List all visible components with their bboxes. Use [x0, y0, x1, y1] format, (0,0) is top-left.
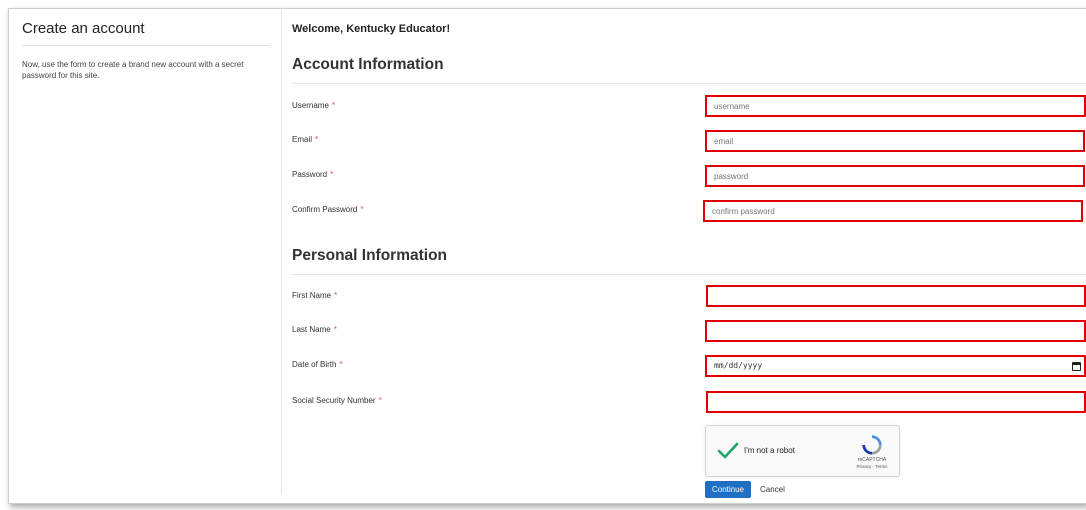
cancel-link[interactable]: Cancel — [760, 481, 785, 498]
date-of-birth-placeholder: mm/dd/yyyy — [714, 361, 763, 370]
password-input[interactable] — [705, 165, 1085, 187]
first-name-label: First Name * — [292, 291, 338, 300]
recaptcha-logo-icon — [862, 435, 882, 455]
calendar-icon[interactable] — [1072, 361, 1081, 371]
email-label: Email * — [292, 135, 319, 144]
last-name-input[interactable] — [705, 320, 1086, 342]
required-marker: * — [330, 170, 334, 179]
account-information-heading: Account Information — [292, 56, 444, 73]
confirm-password-input[interactable] — [703, 200, 1083, 222]
sidebar-description: Now, use the form to create a brand new … — [22, 60, 244, 80]
first-name-input[interactable] — [706, 285, 1086, 307]
captcha-label: I'm not a robot — [744, 446, 795, 455]
ssn-label: Social Security Number * — [292, 396, 382, 405]
main-content: Welcome, Kentucky Educator! Account Info… — [290, 9, 1086, 503]
welcome-heading: Welcome, Kentucky Educator! — [292, 23, 451, 35]
checkmark-icon[interactable] — [716, 439, 740, 463]
date-of-birth-label: Date of Birth * — [292, 360, 343, 369]
sidebar: Create an account Now, use the form to c… — [9, 9, 281, 503]
captcha-brand: reCAPTCHA — [857, 457, 887, 463]
required-marker: * — [334, 291, 338, 300]
column-divider — [281, 9, 282, 495]
email-input[interactable] — [705, 130, 1085, 152]
username-input[interactable] — [705, 95, 1086, 117]
required-marker: * — [315, 135, 319, 144]
personal-section-divider — [292, 274, 1086, 275]
required-marker: * — [331, 101, 336, 110]
sidebar-divider — [22, 45, 270, 46]
password-label: Password * — [292, 170, 334, 179]
required-marker: * — [378, 396, 382, 405]
ssn-input[interactable] — [706, 391, 1086, 413]
account-section-divider — [292, 83, 1086, 84]
date-of-birth-input[interactable]: mm/dd/yyyy — [705, 355, 1086, 377]
required-marker: * — [360, 205, 364, 214]
required-marker: * — [339, 360, 343, 369]
sidebar-title: Create an account — [22, 20, 145, 37]
username-label: Username * — [292, 101, 336, 110]
continue-button[interactable]: Continue — [705, 481, 751, 498]
last-name-label: Last Name * — [292, 325, 337, 334]
captcha-privacy-terms[interactable]: Privacy - Terms — [846, 464, 898, 469]
page-frame: Create an account Now, use the form to c… — [8, 8, 1086, 504]
required-marker: * — [333, 325, 337, 334]
recaptcha-widget[interactable]: I'm not a robot reCAPTCHA Privacy - Term… — [705, 425, 900, 477]
confirm-password-label: Confirm Password * — [292, 205, 364, 214]
personal-information-heading: Personal Information — [292, 247, 448, 264]
